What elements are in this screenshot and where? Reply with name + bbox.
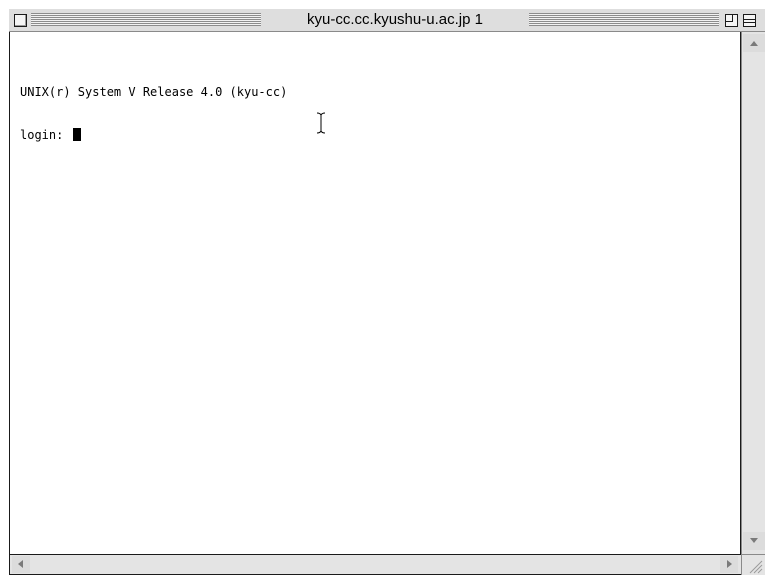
text-ibeam-icon	[316, 112, 326, 134]
collapse-box-icon[interactable]	[743, 14, 756, 27]
text-cursor	[72, 128, 81, 141]
title-bar-stripes-right	[529, 13, 719, 26]
arrow-down-icon[interactable]	[743, 532, 765, 550]
horizontal-scrollbar[interactable]	[9, 554, 741, 575]
close-box-icon[interactable]	[14, 14, 27, 27]
arrow-right-icon[interactable]	[720, 556, 738, 573]
arrow-up-icon[interactable]	[743, 34, 765, 52]
resize-grip-lines	[749, 560, 763, 574]
title-bar-stripes-left	[31, 13, 261, 26]
window-title: kyu-cc.cc.kyushu-u.ac.jp 1	[261, 11, 529, 29]
terminal-window: kyu-cc.cc.kyushu-u.ac.jp 1 UNIX(r) Syste…	[9, 9, 765, 575]
resize-grip-icon[interactable]	[741, 554, 765, 575]
zoom-box-icon[interactable]	[725, 14, 738, 27]
arrow-left-icon[interactable]	[12, 556, 30, 573]
login-prompt: login:	[20, 128, 71, 142]
terminal-output[interactable]: UNIX(r) System V Release 4.0 (kyu-cc) lo…	[9, 32, 741, 554]
title-bar[interactable]: kyu-cc.cc.kyushu-u.ac.jp 1	[9, 9, 765, 32]
terminal-banner-line: UNIX(r) System V Release 4.0 (kyu-cc)	[20, 85, 288, 99]
terminal-prompt-line[interactable]: login:	[20, 128, 81, 142]
vertical-scrollbar[interactable]	[741, 32, 765, 554]
